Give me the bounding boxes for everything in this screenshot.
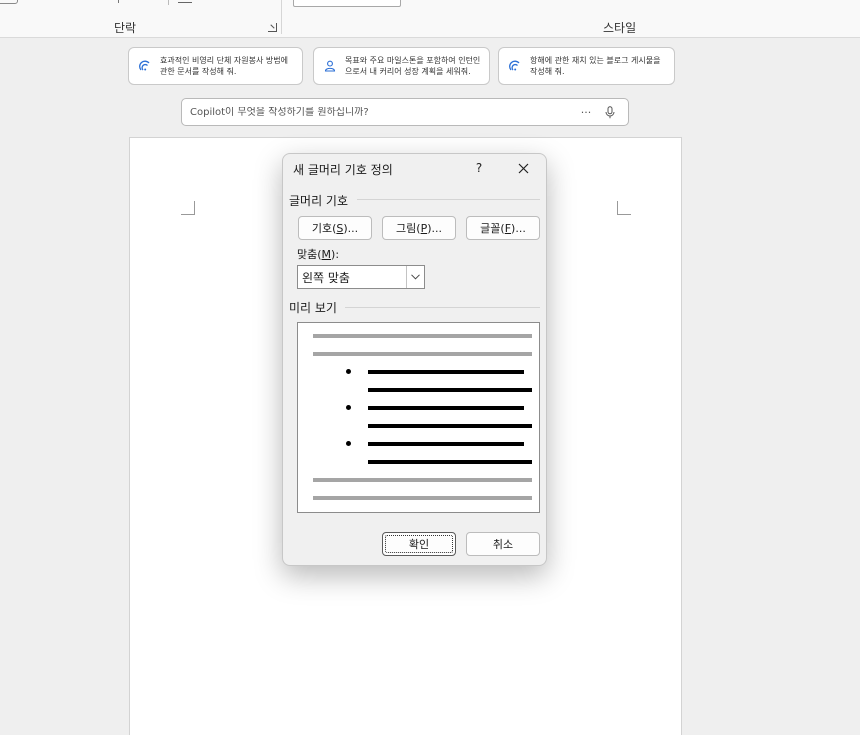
preview-line: [368, 460, 532, 464]
bullet-preview: [297, 322, 540, 513]
section-divider: [357, 199, 540, 200]
copilot-suggestion-3[interactable]: 항해에 관한 재치 있는 블로그 게시물을 작성해 줘.: [498, 47, 675, 85]
more-options-button[interactable]: ···: [576, 102, 596, 122]
preview-line: [368, 388, 532, 392]
preview-line: [313, 496, 532, 500]
suggestion-text: 목표와 주요 마일스톤을 포함하여 인턴인으로서 내 커리어 성장 계획을 세워…: [345, 56, 481, 76]
bullet-dot: [346, 369, 351, 374]
symbol-button[interactable]: 기호(S)...: [298, 216, 372, 240]
ribbon-divider: [118, 0, 119, 3]
copilot-suggestion-2[interactable]: 목표와 주요 마일스톤을 포함하여 인턴인으로서 내 커리어 성장 계획을 세워…: [313, 47, 490, 85]
preview-line: [313, 352, 532, 356]
ribbon-group-separator: [281, 0, 282, 34]
suggestion-text: 효과적인 비영리 단체 자원봉사 방법에 관한 문서를 작성해 줘.: [160, 56, 288, 76]
label-text: 맞춤(: [297, 248, 322, 261]
access-key: P: [420, 221, 428, 235]
label-text: ):: [331, 248, 340, 261]
button-label: )...: [511, 221, 526, 235]
section-divider: [345, 307, 540, 308]
ribbon: 단락 스타일: [0, 0, 860, 38]
margin-corner-mark: [181, 201, 195, 215]
dialog-title: 새 글머리 기호 정의: [293, 163, 393, 177]
preview-line: [313, 478, 532, 482]
picture-button[interactable]: 그림(P)...: [382, 216, 456, 240]
copilot-icon: [137, 58, 153, 74]
button-label: 기호(: [311, 222, 337, 235]
font-button[interactable]: 글꼴(F)...: [466, 216, 540, 240]
access-key: S: [336, 221, 344, 235]
bullet-section-label: 글머리 기호: [289, 192, 353, 209]
button-label: 글꼴(: [480, 222, 505, 235]
ribbon-divider: [168, 0, 169, 5]
preview-line: [368, 406, 524, 410]
alignment-select[interactable]: 왼쪽 맞춤: [297, 265, 425, 289]
ribbon-control-fragment[interactable]: [178, 2, 192, 3]
button-label: 그림(: [396, 222, 421, 235]
button-label: )...: [427, 221, 442, 235]
chevron-down-icon[interactable]: [406, 266, 424, 288]
define-new-bullet-dialog: 새 글머리 기호 정의 ? 글머리 기호 기호(S)... 그림(P)... 글…: [282, 153, 547, 566]
style-gallery-item[interactable]: [293, 0, 401, 7]
ok-button[interactable]: 확인: [382, 532, 456, 556]
access-key: M: [321, 248, 332, 261]
cancel-button[interactable]: 취소: [466, 532, 540, 556]
copilot-icon: [507, 58, 523, 74]
preview-line: [368, 370, 524, 374]
suggestion-text: 항해에 관한 재치 있는 블로그 게시물을 작성해 줘.: [530, 56, 661, 76]
button-label: )...: [343, 221, 359, 235]
preview-line: [368, 442, 524, 446]
alignment-label: 맞춤(M):: [297, 246, 339, 262]
copilot-prompt-input[interactable]: [190, 106, 572, 118]
help-button[interactable]: ?: [469, 158, 489, 178]
bullet-dot: [346, 405, 351, 410]
styles-group-label: 스타일: [603, 21, 637, 35]
ribbon-control-fragment[interactable]: [0, 0, 18, 4]
paragraph-group-label: 단락: [114, 21, 137, 35]
person-icon: [322, 58, 338, 74]
copilot-suggestion-1[interactable]: 효과적인 비영리 단체 자원봉사 방법에 관한 문서를 작성해 줘.: [128, 47, 303, 85]
bullet-dot: [346, 441, 351, 446]
preview-line: [313, 334, 532, 338]
microphone-icon[interactable]: [600, 102, 620, 122]
copilot-prompt-bar: ···: [181, 98, 629, 126]
paragraph-dialog-launcher-icon[interactable]: [268, 23, 277, 32]
close-icon[interactable]: [512, 158, 534, 178]
preview-line: [368, 424, 532, 428]
margin-corner-mark: [617, 201, 631, 215]
preview-section-label: 미리 보기: [289, 299, 341, 316]
alignment-value: 왼쪽 맞춤: [302, 270, 350, 285]
